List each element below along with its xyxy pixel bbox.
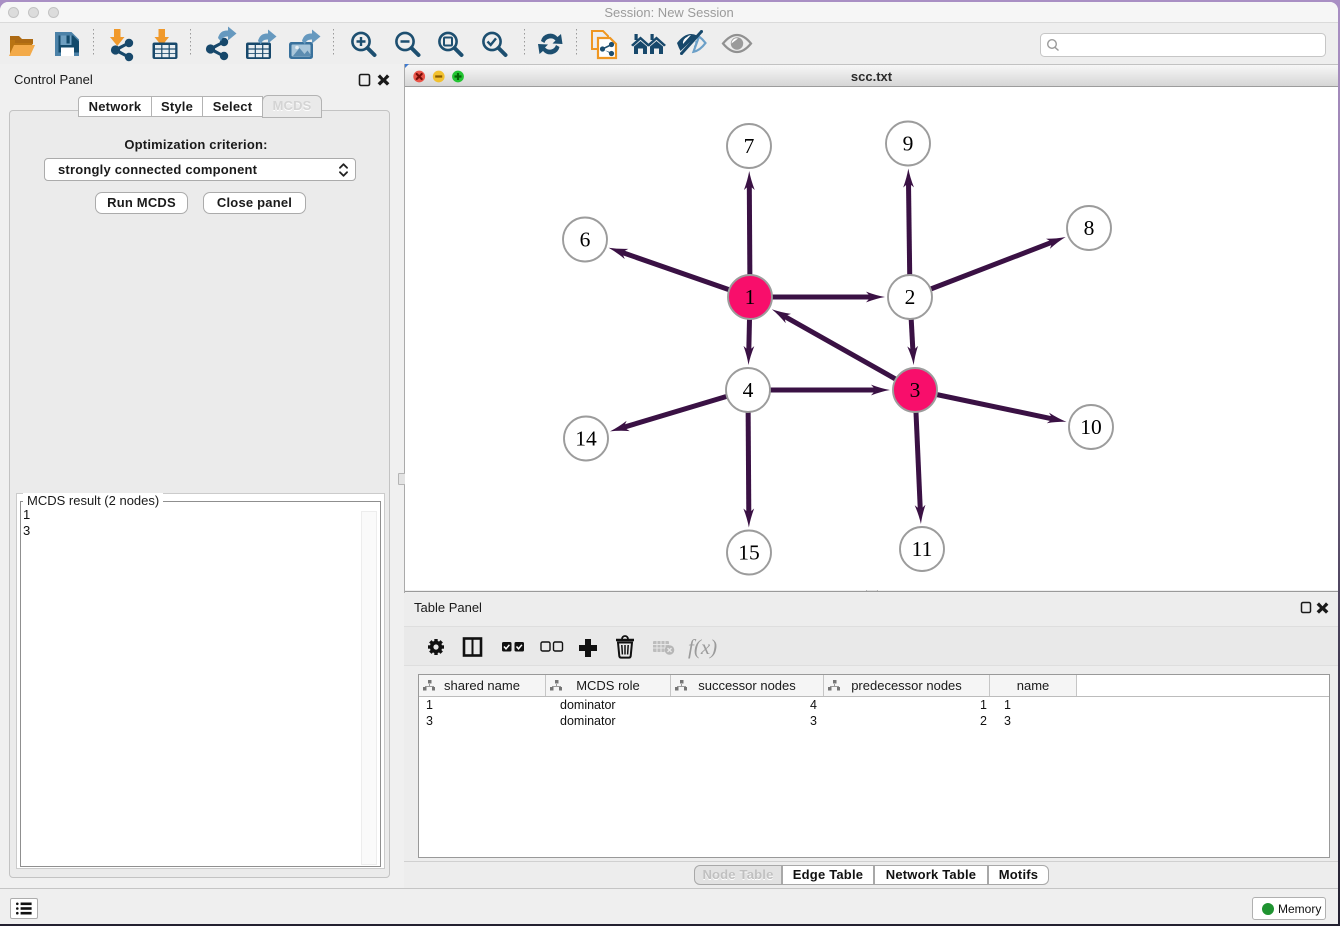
- svg-text:2: 2: [905, 285, 916, 309]
- svg-text:6: 6: [580, 228, 591, 252]
- svg-text:7: 7: [744, 134, 755, 158]
- svg-text:14: 14: [575, 427, 597, 451]
- svg-text:15: 15: [738, 541, 760, 565]
- svg-text:11: 11: [912, 537, 933, 561]
- svg-text:10: 10: [1080, 415, 1102, 439]
- svg-text:4: 4: [743, 378, 754, 402]
- svg-text:3: 3: [910, 378, 921, 402]
- svg-text:9: 9: [903, 132, 914, 156]
- svg-text:f(x): f(x): [688, 635, 717, 659]
- svg-text:8: 8: [1084, 216, 1095, 240]
- svg-text:1: 1: [745, 285, 756, 309]
